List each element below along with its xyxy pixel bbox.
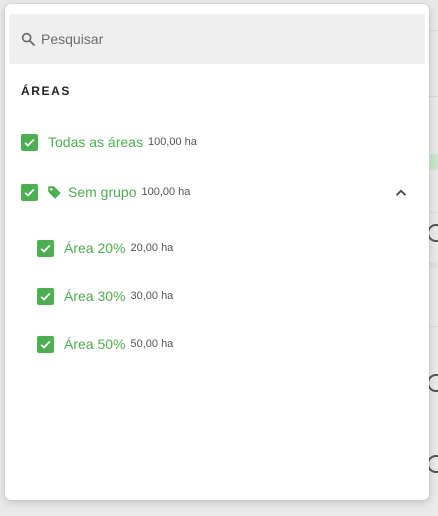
area-label: Área 20% (64, 240, 126, 256)
list-item[interactable]: Área 20% 20,00 ha (37, 236, 173, 260)
background-chip (430, 154, 438, 170)
area-label: Área 30% (64, 288, 126, 304)
all-areas-row[interactable]: Todas as áreas 100,00 ha (21, 130, 197, 154)
all-areas-label: Todas as áreas (48, 134, 143, 150)
group-checkbox[interactable] (21, 183, 38, 201)
area-checkbox[interactable] (37, 335, 54, 353)
collapse-group-button[interactable] (391, 183, 411, 203)
area-size: 50,00 ha (130, 338, 174, 350)
check-icon (24, 138, 35, 147)
all-areas-checkbox[interactable] (21, 133, 38, 151)
background-divider (429, 326, 438, 327)
area-checkbox[interactable] (37, 287, 54, 305)
background-divider (429, 262, 438, 268)
background-divider (429, 30, 438, 31)
all-areas-size: 100,00 ha (147, 136, 197, 148)
search-icon (21, 32, 35, 46)
tag-icon (48, 185, 61, 199)
search-bar (9, 14, 425, 64)
search-input[interactable] (41, 24, 411, 54)
group-row[interactable]: Sem grupo 100,00 ha (21, 180, 190, 204)
area-size: 30,00 ha (130, 290, 174, 302)
area-checkbox[interactable] (37, 239, 54, 257)
group-label: Sem grupo (68, 184, 137, 200)
section-title: ÁREAS (21, 84, 72, 98)
check-icon (24, 188, 35, 197)
list-item[interactable]: Área 30% 30,00 ha (37, 284, 173, 308)
areas-filter-panel: ÁREAS Todas as áreas 100,00 ha Sem grupo… (5, 4, 429, 500)
group-size: 100,00 ha (141, 186, 191, 198)
background-divider (429, 96, 438, 97)
area-size: 20,00 ha (130, 242, 174, 254)
background-divider (429, 212, 438, 213)
chevron-up-icon (395, 189, 407, 196)
check-icon (40, 292, 51, 301)
area-label: Área 50% (64, 336, 126, 352)
list-item[interactable]: Área 50% 50,00 ha (37, 332, 173, 356)
check-icon (40, 340, 51, 349)
check-icon (40, 244, 51, 253)
